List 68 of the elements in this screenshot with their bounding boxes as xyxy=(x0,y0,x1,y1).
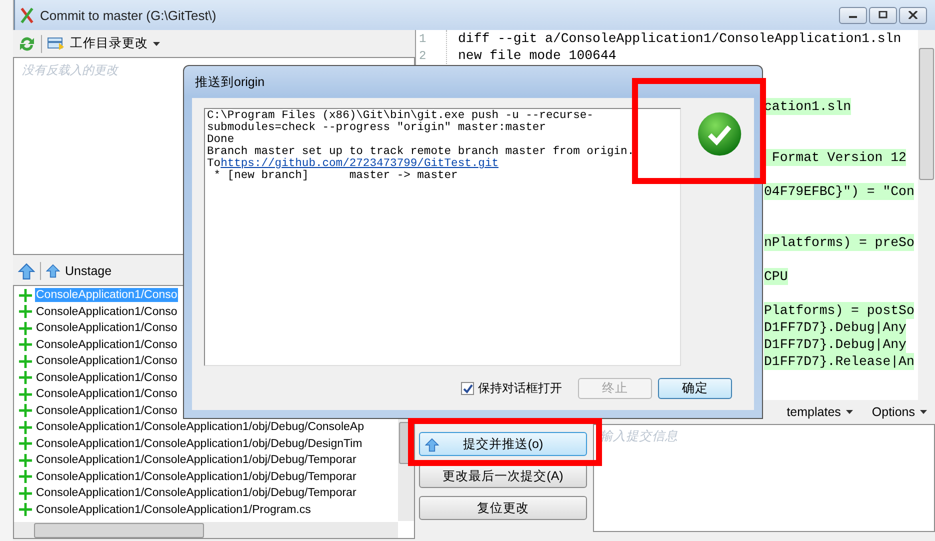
plus-icon xyxy=(19,454,32,467)
file-item[interactable]: ConsoleApplication1/ConsoleApplication1/Program.cs xyxy=(35,502,312,517)
repo-link[interactable]: https://github.com/2723473799/GitTest.git xyxy=(220,158,499,170)
output-line: submodules=check --progress "origin" master:master xyxy=(207,122,547,134)
dialog-button[interactable]: 确定 xyxy=(658,378,732,399)
caret-icon[interactable] xyxy=(846,410,853,414)
plus-icon xyxy=(19,371,32,384)
stage-all-icon[interactable] xyxy=(18,262,35,280)
output-line: Branch master set up to track remote branch master from origin. xyxy=(207,146,636,158)
dialog-title: 推送到origin xyxy=(194,74,266,91)
minimize-button[interactable] xyxy=(839,6,867,24)
file-item[interactable]: ConsoleApplication1/ConsoleApplication1/obj/Debug/Temporar xyxy=(35,453,358,468)
output-line: C:\Program Files (x86)\Git\bin\git.exe push -u --recurse- xyxy=(207,110,594,122)
menu-dropdown[interactable]: Options xyxy=(872,405,915,419)
plus-icon xyxy=(19,470,32,484)
plus-icon xyxy=(19,305,32,318)
code-line: new file mode 100644 xyxy=(458,47,616,64)
maximize-icon xyxy=(878,11,888,19)
checkbox-label: 保持对话框打开 xyxy=(478,380,562,397)
plus-icon xyxy=(19,322,32,335)
app-logo-icon xyxy=(20,6,34,24)
line-number: 1 xyxy=(419,32,426,46)
horizontal-scrollbar[interactable] xyxy=(14,522,398,538)
plus-icon xyxy=(19,486,32,500)
file-item[interactable]: ConsoleApplication1/Conso xyxy=(35,338,178,352)
file-item[interactable]: ConsoleApplication1/ConsoleApplication1/obj/Debug/ConsoleAp xyxy=(35,420,365,434)
plus-icon xyxy=(19,338,32,352)
up-arrow-icon[interactable] xyxy=(46,264,60,278)
plus-icon xyxy=(19,404,32,418)
plus-icon xyxy=(19,288,32,302)
keep-open-checkbox[interactable] xyxy=(461,382,474,395)
file-item[interactable]: ConsoleApplication1/ConsoleApplication1/obj/Debug/Temporar xyxy=(35,486,358,500)
plus-icon xyxy=(19,503,32,516)
plus-icon xyxy=(19,437,32,450)
commit-button[interactable]: 更改最后一次提交(A) xyxy=(419,464,587,488)
file-item[interactable]: ConsoleApplication1/Conso xyxy=(35,321,178,336)
file-item[interactable]: ConsoleApplication1/ConsoleApplication1/obj/Debug/Temporar xyxy=(35,470,358,484)
file-item[interactable]: ConsoleApplication1/Conso xyxy=(35,354,178,368)
plus-icon xyxy=(19,354,32,368)
line-number: 2 xyxy=(419,48,426,62)
commit-button[interactable]: 复位更改 xyxy=(419,496,587,520)
close-icon xyxy=(908,11,918,19)
maximize-button[interactable] xyxy=(869,6,897,24)
file-item[interactable]: ConsoleApplication1/Conso xyxy=(35,304,178,319)
empty-list-message: 没有反载入的更改 xyxy=(22,63,118,77)
output-line: * [new branch] master -> master xyxy=(212,170,459,182)
file-item[interactable]: ConsoleApplication1/Conso xyxy=(35,370,178,385)
vertical-scrollbar[interactable] xyxy=(918,30,935,400)
working-dir-dropdown[interactable]: 工作目录更改 xyxy=(70,35,148,52)
plus-icon xyxy=(19,388,32,401)
up-arrow-icon xyxy=(425,437,439,453)
menu-dropdown[interactable]: templates xyxy=(786,405,841,419)
output-line: Tohttps://github.com/2723473799/GitTest.git xyxy=(207,158,500,170)
commit-message-field[interactable]: 输入提交信息 xyxy=(593,424,935,532)
refresh-icon[interactable] xyxy=(18,36,36,52)
unstage-button[interactable]: Unstage xyxy=(65,264,112,278)
output-line: Done xyxy=(207,134,234,146)
file-item[interactable]: ConsoleApplication1/ConsoleApplication1/obj/Debug/DesignTim xyxy=(35,436,364,451)
file-item[interactable]: ConsoleApplication1/Conso xyxy=(35,387,178,402)
caret-icon[interactable] xyxy=(153,42,160,46)
folder-icon xyxy=(47,36,65,51)
window-title: Commit to master (G:\GitTest\) xyxy=(40,8,216,22)
close-button[interactable] xyxy=(899,6,927,24)
code-line: diff --git a/ConsoleApplication1/ConsoleApplication1.sln xyxy=(458,30,902,47)
plus-icon xyxy=(19,420,32,434)
file-item[interactable]: ConsoleApplication1/Conso xyxy=(35,404,178,418)
caret-icon[interactable] xyxy=(920,410,927,414)
commit-push-button[interactable]: 提交并推送(o) xyxy=(419,432,587,456)
